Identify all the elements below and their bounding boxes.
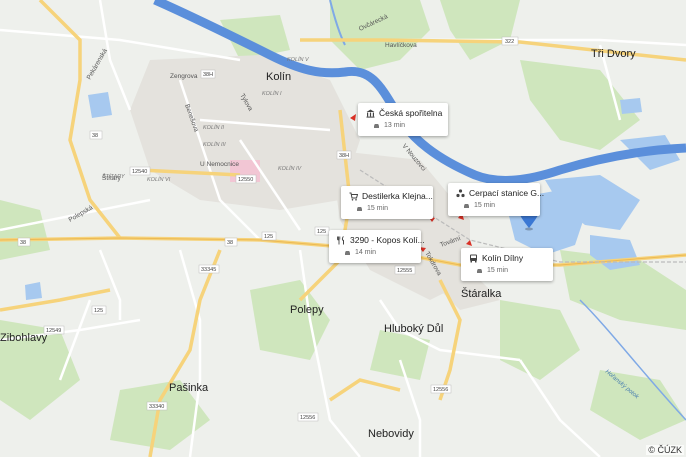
travel-time: 13 min	[384, 122, 406, 129]
district-label: KOLÍN IV	[278, 165, 303, 172]
place-name: Cerpací stanice G...	[469, 188, 545, 198]
svg-text:12556: 12556	[433, 387, 448, 393]
svg-text:38: 38	[92, 133, 98, 139]
svg-text:38: 38	[227, 240, 233, 246]
place-card[interactable]: Destilerka Klejna... 15 min	[341, 186, 433, 219]
car-icon	[344, 250, 351, 256]
town-label: Zibohlavy	[0, 332, 48, 344]
place-name: Destilerka Klejna...	[362, 191, 433, 201]
svg-text:12549: 12549	[46, 328, 61, 334]
svg-text:33340: 33340	[149, 404, 164, 410]
town-label: Nebovidy	[368, 428, 414, 440]
car-icon	[356, 206, 363, 212]
bank-icon	[366, 109, 375, 118]
copyright-label: © ČÚZK	[646, 445, 684, 455]
svg-text:38H: 38H	[203, 72, 213, 78]
svg-text:125: 125	[264, 234, 273, 240]
restaurant-icon	[337, 235, 346, 245]
place-card[interactable]: 3290 - Kopos Kolí... 14 min	[329, 230, 425, 263]
street-label: Havlíčkova	[385, 42, 417, 49]
place-name: Kolín Dílny	[482, 253, 524, 263]
travel-time: 15 min	[367, 205, 389, 212]
car-icon	[373, 123, 380, 129]
place-card[interactable]: Kolín Dílny 15 min	[461, 248, 553, 281]
district-label: KOLÍN I	[262, 90, 282, 97]
street-label: Zengrova	[170, 73, 198, 80]
map-canvas[interactable]: Kolín Tři Dvory Polepy Hluboký Důl Štára…	[0, 0, 686, 457]
svg-text:12540: 12540	[132, 169, 147, 175]
fuel-icon	[456, 188, 465, 198]
svg-text:322: 322	[505, 39, 514, 45]
svg-text:38H: 38H	[339, 153, 349, 159]
district-label: KOLÍN V	[287, 56, 310, 63]
travel-time: 15 min	[487, 267, 509, 274]
bus-icon	[469, 254, 478, 263]
cart-icon	[349, 192, 358, 201]
svg-text:12555: 12555	[397, 268, 412, 274]
place-card[interactable]: Česká spořitelna 13 min	[358, 103, 448, 136]
svg-text:38: 38	[20, 240, 26, 246]
place-name: Česká spořitelna	[379, 108, 443, 118]
district-label: KOLÍN II	[203, 124, 225, 131]
svg-text:125: 125	[317, 229, 326, 235]
town-label: Pašinka	[169, 382, 209, 394]
car-icon	[476, 268, 483, 274]
svg-text:12550: 12550	[238, 177, 253, 183]
place-name: 3290 - Kopos Kolí...	[350, 235, 425, 245]
travel-time: 14 min	[355, 249, 377, 256]
town-label: Štáralka	[461, 287, 502, 300]
town-label: Polepy	[290, 304, 324, 316]
district-label: KOLÍN III	[203, 141, 226, 148]
svg-text:125: 125	[94, 308, 103, 314]
place-card[interactable]: Cerpací stanice G... 15 min	[448, 183, 544, 216]
svg-text:33345: 33345	[201, 267, 216, 273]
car-icon	[463, 203, 470, 209]
town-label: Tři Dvory	[591, 48, 636, 60]
street-label: Štítary	[102, 173, 122, 182]
street-label: U Nemocnice	[200, 161, 239, 168]
svg-text:12556: 12556	[300, 415, 315, 421]
district-label: KOLÍN VI	[147, 176, 171, 183]
travel-time: 15 min	[474, 202, 496, 209]
town-label: Kolín	[266, 71, 291, 83]
town-label: Hluboký Důl	[384, 323, 443, 335]
